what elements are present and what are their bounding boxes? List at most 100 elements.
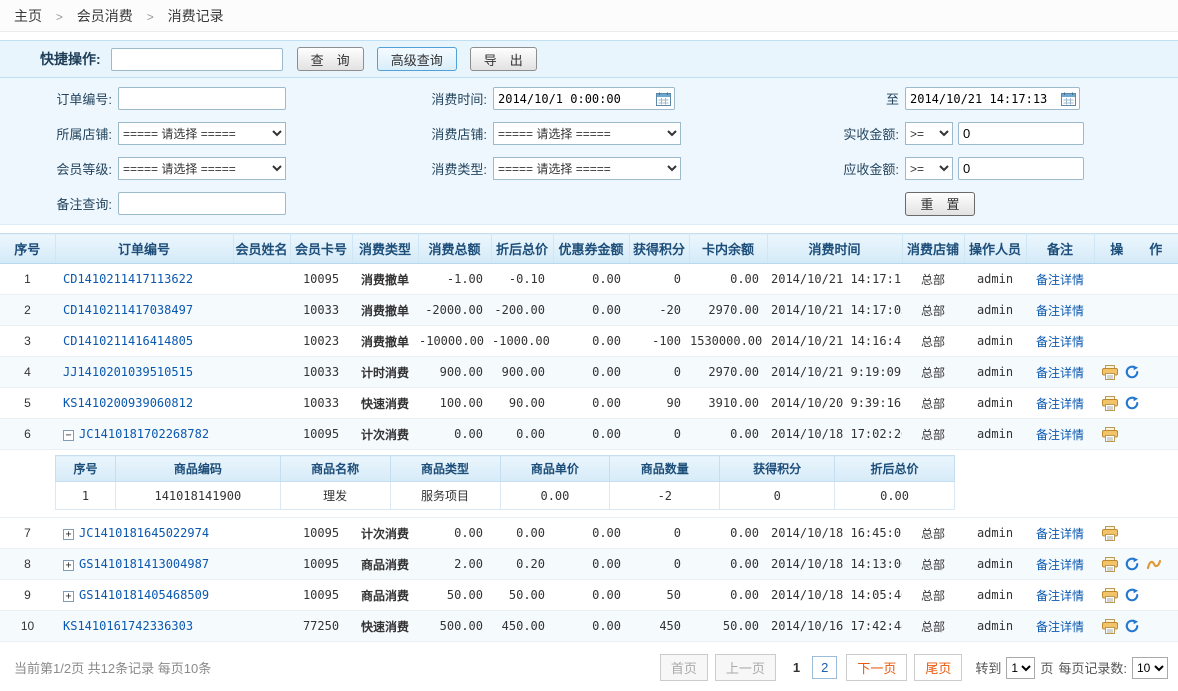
gift-icon[interactable] (1146, 557, 1162, 571)
received-amount-input[interactable] (958, 122, 1084, 145)
column-header: 消费类型 (352, 234, 418, 264)
refresh-icon[interactable] (1125, 557, 1139, 571)
consume-time-cell: 2014/10/21 14:16:41 (767, 326, 902, 357)
card-no-cell: 10033 (290, 357, 352, 388)
store-cell: 总部 (902, 549, 964, 580)
member-name-cell (233, 264, 290, 295)
print-icon[interactable] (1102, 365, 1118, 380)
filter-row-4: 备注查询: 重 置 (0, 186, 1178, 221)
row-seq: 10 (0, 611, 55, 642)
expand-row-icon[interactable]: + (63, 560, 74, 571)
receivable-amount-op-select[interactable]: >= (905, 157, 953, 180)
consume-time-to-input[interactable] (905, 87, 1080, 110)
note-detail-link[interactable]: 备注详情 (1036, 273, 1084, 287)
calendar-icon[interactable] (656, 92, 671, 106)
note-detail-link[interactable]: 备注详情 (1036, 366, 1084, 380)
quick-actions-bar: 快捷操作: 查 询 高级查询 导 出 (0, 40, 1178, 78)
quick-search-input[interactable] (111, 48, 283, 71)
actions-cell (1094, 295, 1178, 326)
print-icon[interactable] (1102, 557, 1118, 572)
order-no-link[interactable]: KS1410200939060812 (63, 396, 193, 410)
order-no-input[interactable] (118, 87, 286, 110)
refresh-icon[interactable] (1125, 396, 1139, 410)
card-balance-cell: 0.00 (689, 518, 767, 549)
order-no-link[interactable]: CD1410211417113622 (63, 272, 193, 286)
order-no-link[interactable]: CD1410211416414805 (63, 334, 193, 348)
order-no-cell: CD1410211417038497 (55, 295, 233, 326)
next-page-button[interactable]: 下一页 (846, 654, 907, 681)
breadcrumb-member-consume-link[interactable]: 会员消费 (77, 8, 133, 24)
row-seq: 1 (0, 264, 55, 295)
refresh-icon[interactable] (1125, 619, 1139, 633)
column-header: 订单编号 (55, 234, 233, 264)
page-size-select[interactable]: 10 (1132, 657, 1168, 679)
order-no-link[interactable]: JC1410181645022974 (79, 526, 209, 540)
calendar-icon[interactable] (1061, 92, 1076, 106)
prev-page-button[interactable]: 上一页 (715, 654, 776, 681)
note-query-label: 备注查询: (0, 194, 112, 213)
print-icon[interactable] (1102, 619, 1118, 634)
order-no-cell: + GS1410181405468509 (55, 580, 233, 611)
member-level-select[interactable]: ===== 请选择 ===== (118, 157, 286, 180)
consume-time-cell: 2014/10/18 14:13:00 (767, 549, 902, 580)
product-subtable-row: 序号商品编码商品名称商品类型商品单价商品数量获得积分折后总价1141018141… (0, 450, 1178, 518)
note-detail-link[interactable]: 备注详情 (1036, 428, 1084, 442)
order-no-link[interactable]: KS1410161742336303 (63, 619, 193, 633)
received-amount-op-select[interactable]: >= (905, 122, 953, 145)
order-no-link[interactable]: GS1410181413004987 (79, 557, 209, 571)
operator-cell: admin (964, 295, 1026, 326)
breadcrumb-current: 消费记录 (168, 8, 224, 24)
print-icon[interactable] (1102, 396, 1118, 411)
note-detail-link[interactable]: 备注详情 (1036, 527, 1084, 541)
note-detail-link[interactable]: 备注详情 (1036, 397, 1084, 411)
print-icon[interactable] (1102, 588, 1118, 603)
order-no-cell: CD1410211416414805 (55, 326, 233, 357)
note-detail-link[interactable]: 备注详情 (1036, 589, 1084, 603)
breadcrumb: 主页 > 会员消费 > 消费记录 (0, 0, 1178, 32)
goto-page-select[interactable]: 1 (1006, 657, 1035, 679)
store-cell: 总部 (902, 388, 964, 419)
filter-row-2: 所属店铺: ===== 请选择 ===== 消费店铺: ===== 请选择 ==… (0, 116, 1178, 151)
column-header: 操作人员 (964, 234, 1026, 264)
refresh-icon[interactable] (1125, 365, 1139, 379)
order-no-link[interactable]: CD1410211417038497 (63, 303, 193, 317)
reset-button[interactable]: 重 置 (905, 192, 975, 216)
print-icon[interactable] (1102, 427, 1118, 442)
export-button[interactable]: 导 出 (470, 47, 537, 71)
record-row: 4JJ141020103951051510033计时消费900.00900.00… (0, 357, 1178, 388)
receivable-amount-input[interactable] (958, 157, 1084, 180)
last-page-button[interactable]: 尾页 (914, 654, 962, 681)
coupon-amount-cell: 0.00 (553, 388, 629, 419)
expand-row-icon[interactable]: + (63, 591, 74, 602)
consume-store-select[interactable]: ===== 请选择 ===== (493, 122, 681, 145)
received-amount-label: 实收金额: (687, 124, 899, 143)
own-store-select[interactable]: ===== 请选择 ===== (118, 122, 286, 145)
note-query-input[interactable] (118, 192, 286, 215)
breadcrumb-home-link[interactable]: 主页 (14, 8, 42, 24)
note-detail-link[interactable]: 备注详情 (1036, 620, 1084, 634)
advanced-query-button[interactable]: 高级查询 (377, 47, 457, 71)
order-no-link[interactable]: GS1410181405468509 (79, 588, 209, 602)
order-no-link[interactable]: JC1410181702268782 (79, 427, 209, 441)
order-no-link[interactable]: JJ1410201039510515 (63, 365, 193, 379)
pagination-controls: 首页 上一页 12 下一页 尾页 转到 1 页 每页记录数: 10 (660, 654, 1168, 681)
note-detail-link[interactable]: 备注详情 (1036, 558, 1084, 572)
card-no-cell: 77250 (290, 611, 352, 642)
row-seq: 7 (0, 518, 55, 549)
card-no-cell: 10095 (290, 549, 352, 580)
note-detail-link[interactable]: 备注详情 (1036, 304, 1084, 318)
expand-row-icon[interactable]: + (63, 529, 74, 540)
card-balance-cell: 0.00 (689, 264, 767, 295)
collapse-row-icon[interactable]: − (63, 430, 74, 441)
record-row: 2CD141021141703849710033消费撤单-2000.00-200… (0, 295, 1178, 326)
query-button[interactable]: 查 询 (297, 47, 364, 71)
card-balance-cell: 0.00 (689, 580, 767, 611)
consume-type-select[interactable]: ===== 请选择 ===== (493, 157, 681, 180)
first-page-button[interactable]: 首页 (660, 654, 708, 681)
consume-time-from-input[interactable] (493, 87, 675, 110)
note-detail-link[interactable]: 备注详情 (1036, 335, 1084, 349)
pagination-bar: 当前第1/2页 共12条记录 每页10条 首页 上一页 12 下一页 尾页 转到… (0, 654, 1178, 691)
print-icon[interactable] (1102, 526, 1118, 541)
refresh-icon[interactable] (1125, 588, 1139, 602)
store-cell: 总部 (902, 295, 964, 326)
